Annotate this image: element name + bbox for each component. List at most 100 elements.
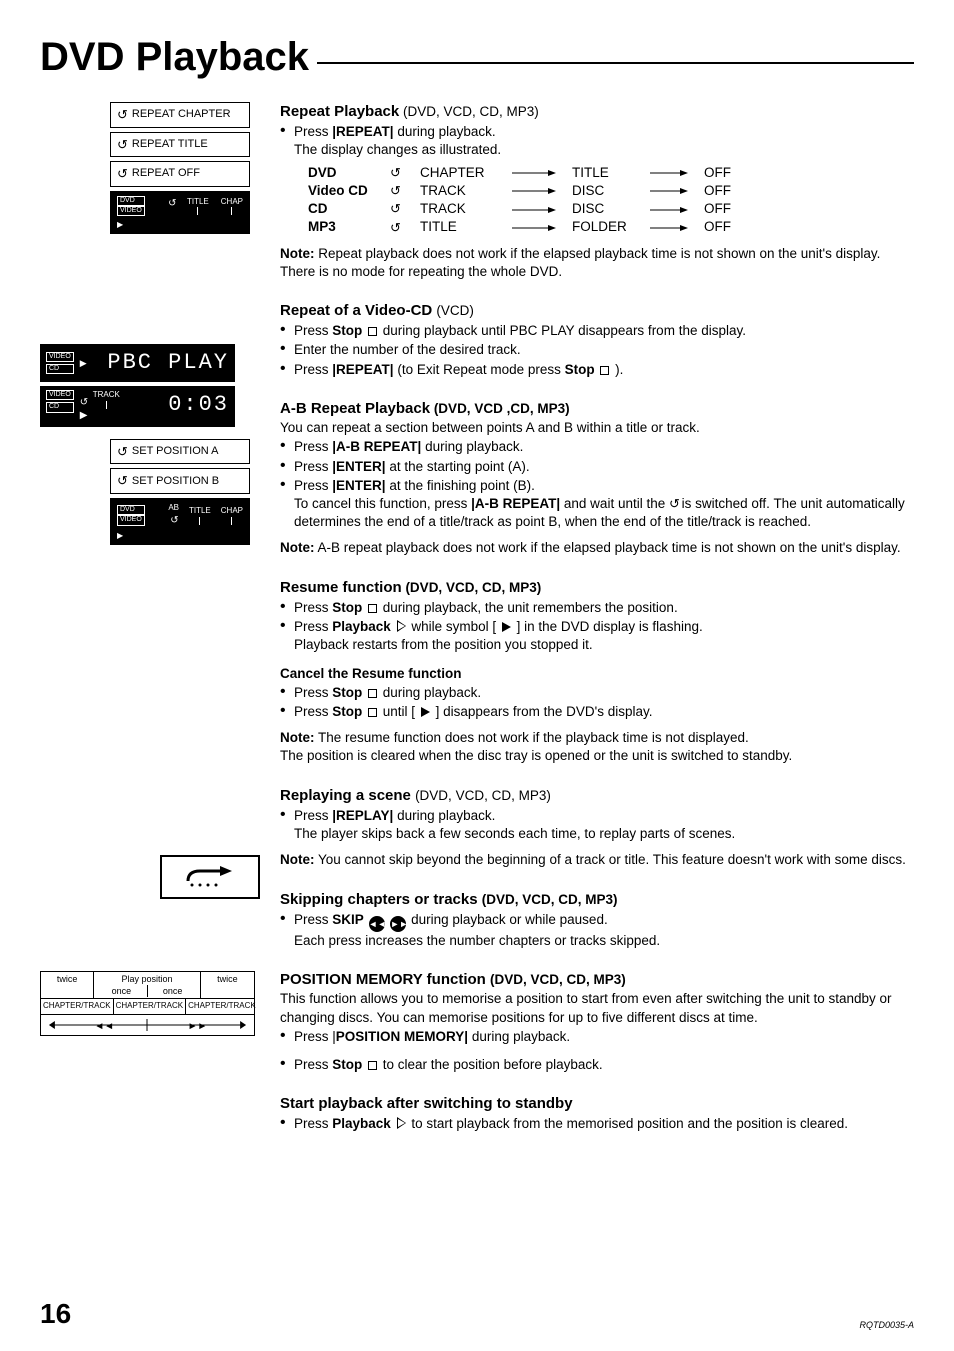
repeat-icon: ↺: [669, 495, 678, 513]
bullet: Press Stop to clear the position before …: [294, 1056, 914, 1074]
replay-arrow-icon: [180, 863, 240, 891]
heading-repeat-vcd: Repeat of a Video-CD: [280, 302, 436, 319]
page-title-text: DVD Playback: [40, 30, 309, 84]
repeat-icon: ↺: [168, 197, 175, 216]
section-repeat-playback: Repeat Playback (DVD, VCD, CD, MP3) Pres…: [280, 102, 914, 281]
play-icon: [502, 622, 511, 632]
chap-label: CHAP: [221, 197, 243, 208]
bullet: Press |REPEAT| during playback. The disp…: [294, 123, 914, 236]
repeat-icon: ↺: [117, 165, 126, 183]
rp-row: Video CD ↺ TRACK DISC OFF: [308, 182, 914, 200]
repeat-icon: ↺: [117, 472, 126, 490]
repeat-icon: ↺: [117, 106, 126, 124]
repeat-off-label: REPEAT OFF: [132, 166, 200, 181]
section-resume: Resume function (DVD, VCD, CD, MP3) Pres…: [280, 578, 914, 766]
bullet: Press Stop until [ ] disappears from the…: [294, 703, 914, 721]
pbc-time-text: 0:03: [120, 390, 229, 420]
page-title: DVD Playback: [40, 30, 914, 84]
section-ab-repeat: A-B Repeat Playback (DVD, VCD ,CD, MP3) …: [280, 399, 914, 558]
repeat-note: Note: Repeat playback does not work if t…: [280, 245, 914, 281]
position-dark-box: DVDVIDEO AB↺ TITLE CHAP ▶: [110, 498, 250, 545]
title-label: TITLE: [189, 506, 211, 517]
chap-label: CHAP: [221, 506, 243, 517]
heading-skip: Skipping chapters or tracks: [280, 891, 482, 908]
repeat-icon: ↺: [390, 219, 420, 237]
page-number: 16: [40, 1295, 71, 1333]
section-repeat-vcd: Repeat of a Video-CD (VCD) Press Stop du…: [280, 301, 914, 379]
repeat-icon: ↺: [117, 136, 126, 154]
bullet: Press |ENTER| at the finishing point (B)…: [294, 477, 914, 532]
repeat-chapter-label: REPEAT CHAPTER: [132, 107, 231, 122]
bullet: Press Stop during playback until PBC PLA…: [294, 322, 914, 340]
set-pos-b-box: ↺ SET POSITION B: [110, 468, 250, 494]
stop-icon: [368, 327, 377, 336]
play-icon: [397, 620, 406, 632]
replay-icon-box: [160, 855, 260, 899]
bullet: Press |A-B REPEAT| during playback.: [294, 438, 914, 456]
set-pos-b-label: SET POSITION B: [132, 474, 219, 489]
set-pos-a-box: ↺SET POSITION A: [110, 439, 250, 465]
dvd-tag: DVD: [117, 196, 145, 206]
skip-back-icon: ◄◄: [369, 916, 385, 932]
nav-twice-right: twice: [201, 972, 254, 998]
cancel-resume-title: Cancel the Resume function: [280, 666, 462, 681]
heading-replay: Replaying a scene: [280, 787, 415, 804]
position-display-group: ↺SET POSITION A ↺ SET POSITION B DVDVIDEO…: [100, 439, 260, 545]
repeat-display-group: ↺ REPEAT CHAPTER ↺ REPEAT TITLE ↺ REPEAT OF…: [100, 102, 260, 234]
bullet: Press Stop during playback, the unit rem…: [294, 599, 914, 617]
play-icon: [397, 1117, 406, 1129]
section-position-memory: POSITION MEMORY function (DVD, VCD, CD, …: [280, 970, 914, 1074]
bullet: Press |REPEAT| (to Exit Repeat mode pres…: [294, 361, 914, 379]
repeat-title-label: REPEAT TITLE: [132, 137, 208, 152]
heading-ab: A-B Repeat Playback: [280, 400, 430, 417]
heading-resume: Resume function: [280, 579, 402, 596]
heading-repeat: Repeat Playback: [280, 103, 399, 120]
title-rule: [317, 62, 914, 64]
rp-row: MP3 ↺ TITLE FOLDER OFF: [308, 218, 914, 236]
nav-chaptrack-3: CHAPTER/TRACK: [186, 999, 258, 1014]
left-column: ↺ REPEAT CHAPTER ↺ REPEAT TITLE ↺ REPEAT OF…: [40, 102, 260, 1154]
bullet: Press Playback while symbol [ ] in the D…: [294, 618, 914, 654]
nav-chaptrack-1: CHAPTER/TRACK: [41, 999, 114, 1014]
bullet: Press Stop during playback.: [294, 684, 914, 702]
svg-text:◄◄: ◄◄: [94, 1021, 114, 1032]
stop-icon: [600, 366, 609, 375]
ab-label: AB: [168, 503, 179, 514]
heading-standby: Start playback after switching to standb…: [280, 1095, 573, 1112]
track-label: TRACK: [93, 390, 120, 401]
skip-fwd-icon: ►►: [390, 916, 406, 932]
section-skip: Skipping chapters or tracks (DVD, VCD, C…: [280, 890, 914, 950]
bullet: Press Playback to start playback from th…: [294, 1115, 914, 1133]
resume-note: Note: The resume function does not work …: [280, 729, 914, 765]
repeat-icon: ↺: [390, 200, 420, 218]
rp-row: CD ↺ TRACK DISC OFF: [308, 200, 914, 218]
section-standby: Start playback after switching to standb…: [280, 1094, 914, 1133]
stop-icon: [368, 689, 377, 698]
bullet: Press |REPLAY| during playback.The playe…: [294, 807, 914, 843]
video-tag: VIDEO: [117, 206, 145, 216]
pbc-text: PBC PLAY: [87, 348, 229, 378]
ab-intro: You can repeat a section between points …: [280, 419, 914, 437]
set-pos-a-label: SET POSITION A: [132, 444, 219, 459]
repeat-off-box: ↺ REPEAT OFF: [110, 161, 250, 187]
repeat-icon: ↺: [390, 182, 420, 200]
nav-once-right: once: [148, 985, 198, 997]
bullet: Press SKIP ◄◄ ►► during playback or whil…: [294, 911, 914, 950]
footer-code: RQTD0035-A: [859, 1319, 914, 1331]
replay-note: Note: You cannot skip beyond the beginni…: [280, 851, 914, 869]
main-content: Repeat Playback (DVD, VCD, CD, MP3) Pres…: [280, 102, 914, 1154]
nav-twice-left: twice: [41, 972, 94, 998]
stop-icon: [368, 708, 377, 717]
nav-once-left: once: [96, 985, 147, 997]
stop-icon: [368, 1061, 377, 1070]
heading-posmem: POSITION MEMORY function: [280, 971, 490, 988]
title-label: TITLE: [187, 197, 209, 208]
rp-row: DVD ↺ CHAPTER TITLE OFF: [308, 164, 914, 182]
skip-nav-diagram: twice Play position onceonce twice CHAPT…: [40, 971, 260, 1036]
bullet: Enter the number of the desired track.: [294, 341, 914, 359]
pbc-display-group: VIDEOCD ▶ PBC PLAY VIDEOCD ↺▶ TRACK 0:03: [40, 344, 260, 427]
pbc-play-display: VIDEOCD ▶ PBC PLAY: [40, 344, 235, 382]
stop-icon: [368, 604, 377, 613]
section-replay: Replaying a scene (DVD, VCD, CD, MP3) Pr…: [280, 786, 914, 870]
play-icon: [421, 707, 430, 717]
